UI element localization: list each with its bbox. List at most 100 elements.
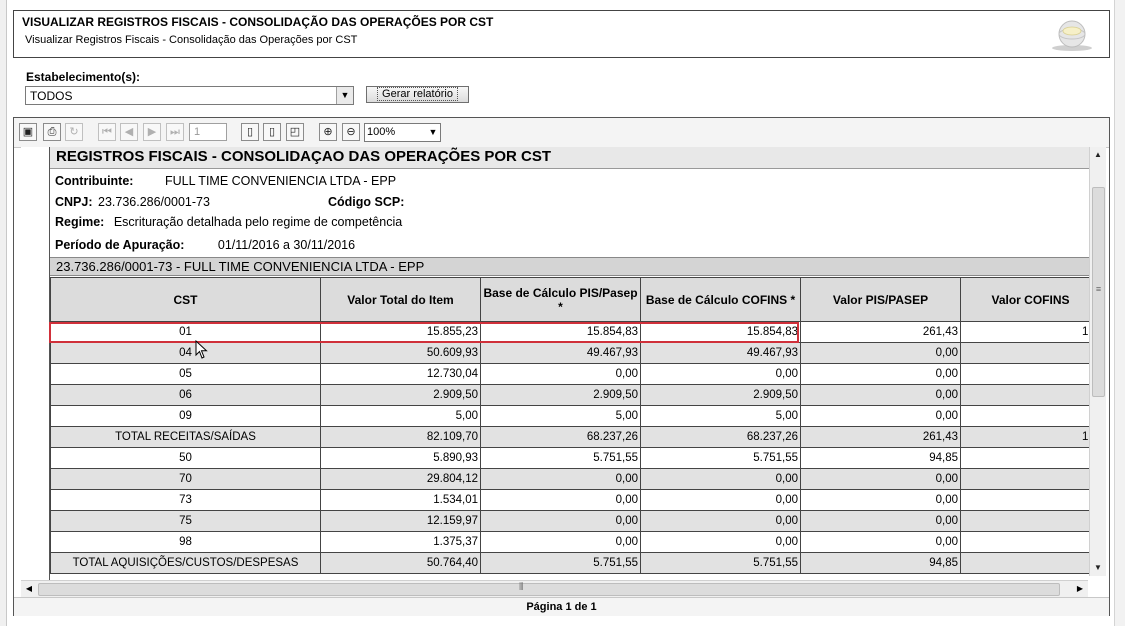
report-page: REGISTROS FISCAIS - CONSOLIDAÇAO DAS OPE… xyxy=(49,147,1104,586)
regime-label: Regime: xyxy=(55,215,105,229)
table-row: 06 2.909,50 2.909,50 2.909,50 0,00 xyxy=(50,384,1101,406)
cell-cst: 75 xyxy=(50,510,321,532)
cell-bc-pis: 5.751,55 xyxy=(480,552,641,574)
cell-valor-total: 5,00 xyxy=(320,405,481,427)
cell-valor-cofins xyxy=(960,405,1101,427)
cnpj-label: CNPJ: xyxy=(55,195,93,209)
estabelecimento-select[interactable]: TODOS ▼ xyxy=(25,86,354,105)
cst-table: CST Valor Total do Item Base de Cálculo … xyxy=(50,277,1101,574)
cell-valor-pis: 0,00 xyxy=(800,405,961,427)
cell-cst: 05 xyxy=(50,363,321,385)
col-header-bc-cofins: Base de Cálculo COFINS * xyxy=(640,277,801,322)
page-number-input[interactable]: 1 xyxy=(189,123,227,141)
last-page-icon[interactable]: ⏭ xyxy=(166,123,184,141)
cell-valor-pis: 261,43 xyxy=(800,426,961,448)
cell-bc-pis: 15.854,83 xyxy=(480,321,641,343)
regime-line: Regime: Escrituração detalhada pelo regi… xyxy=(55,215,402,229)
two-page-icon[interactable]: ▯ xyxy=(263,123,281,141)
first-page-icon[interactable]: ⏮ xyxy=(98,123,116,141)
window-left-edge xyxy=(0,0,7,626)
regime-value: Escrituração detalhada pelo regime de co… xyxy=(113,215,403,229)
print-icon[interactable]: ⎙ xyxy=(43,123,61,141)
cell-cst: TOTAL AQUISIÇÕES/CUSTOS/DESPESAS xyxy=(50,552,321,574)
cell-bc-pis: 5.751,55 xyxy=(480,447,641,469)
cell-cst: TOTAL RECEITAS/SAÍDAS xyxy=(50,426,321,448)
cell-valor-pis: 0,00 xyxy=(800,468,961,490)
cnpj-value: 23.736.286/0001-73 xyxy=(98,195,210,209)
cell-bc-pis: 5,00 xyxy=(480,405,641,427)
codigo-scp-label: Código SCP: xyxy=(328,195,405,209)
table-row: 09 5,00 5,00 5,00 0,00 xyxy=(50,405,1101,427)
cell-valor-pis: 0,00 xyxy=(800,531,961,553)
cell-valor-total: 50.609,93 xyxy=(320,342,481,364)
cell-bc-pis: 0,00 xyxy=(480,510,641,532)
cell-cst: 73 xyxy=(50,489,321,511)
header-panel: VISUALIZAR REGISTROS FISCAIS - CONSOLIDA… xyxy=(13,10,1110,58)
chevron-down-icon[interactable]: ▼ xyxy=(426,124,440,141)
zoom-in-icon[interactable]: ⊕ xyxy=(319,123,337,141)
report-viewer: ▣ ⎙ ↻ ⏮ ◀ ▶ ⏭ 1 ▯ ▯ ◰ ⊕ ⊖ 100% ▼ REGISTR… xyxy=(13,117,1110,616)
grip-icon: ⦀ xyxy=(519,582,524,593)
refresh-icon[interactable]: ↻ xyxy=(65,123,83,141)
vertical-scroll-thumb[interactable]: ≡ xyxy=(1092,187,1105,397)
cell-valor-total: 5.890,93 xyxy=(320,447,481,469)
cell-valor-pis: 0,00 xyxy=(800,363,961,385)
vertical-scrollbar[interactable]: ▲ ≡ ▼ xyxy=(1089,147,1106,576)
table-row: 70 29.804,12 0,00 0,00 0,00 xyxy=(50,468,1101,490)
estabelecimento-label: Estabelecimento(s): xyxy=(26,70,141,84)
codigo-scp: Código SCP: xyxy=(328,195,404,209)
page-width-icon[interactable]: ◰ xyxy=(286,123,304,141)
zoom-select[interactable]: 100% ▼ xyxy=(364,123,441,142)
cell-valor-cofins xyxy=(960,468,1101,490)
next-page-icon[interactable]: ▶ xyxy=(143,123,161,141)
cell-valor-total: 29.804,12 xyxy=(320,468,481,490)
cell-valor-cofins: 4 xyxy=(960,447,1101,469)
cell-bc-pis: 0,00 xyxy=(480,531,641,553)
scroll-up-icon[interactable]: ▲ xyxy=(1090,147,1106,163)
page-subtitle: Visualizar Registros Fiscais - Consolida… xyxy=(25,34,358,46)
scroll-right-icon[interactable]: ▶ xyxy=(1072,581,1088,597)
horizontal-scrollbar[interactable]: ◀ ⦀ ▶ xyxy=(21,580,1088,597)
page-status: Página 1 de 1 xyxy=(14,597,1109,616)
single-page-icon[interactable]: ▯ xyxy=(241,123,259,141)
cell-cst: 98 xyxy=(50,531,321,553)
cell-bc-cofins: 5.751,55 xyxy=(640,552,801,574)
table-row: TOTAL RECEITAS/SAÍDAS 82.109,70 68.237,26 6… xyxy=(50,426,1101,448)
cell-bc-pis: 68.237,26 xyxy=(480,426,641,448)
periodo-label: Período de Apuração: xyxy=(55,238,185,252)
horizontal-scroll-thumb[interactable]: ⦀ xyxy=(38,582,1060,596)
cell-valor-cofins xyxy=(960,363,1101,385)
table-row: TOTAL AQUISIÇÕES/CUSTOS/DESPESAS 50.764,4… xyxy=(50,552,1101,574)
table-row: 05 12.730,04 0,00 0,00 0,00 xyxy=(50,363,1101,385)
periodo-line: Período de Apuração: 01/11/2016 a 30/11/… xyxy=(55,238,355,252)
generate-report-label: Gerar relatório xyxy=(377,87,458,101)
cell-bc-cofins: 68.237,26 xyxy=(640,426,801,448)
generate-report-button[interactable]: Gerar relatório xyxy=(366,86,469,103)
cell-cst: 70 xyxy=(50,468,321,490)
cell-valor-total: 12.159,97 xyxy=(320,510,481,532)
cell-valor-pis: 0,00 xyxy=(800,384,961,406)
cell-bc-cofins: 0,00 xyxy=(640,531,801,553)
cell-bc-pis: 0,00 xyxy=(480,468,641,490)
cell-valor-pis: 0,00 xyxy=(800,510,961,532)
zoom-value: 100% xyxy=(367,126,396,138)
zoom-out-icon[interactable]: ⊖ xyxy=(342,123,360,141)
scroll-down-icon[interactable]: ▼ xyxy=(1090,560,1106,576)
prev-page-icon[interactable]: ◀ xyxy=(120,123,138,141)
cell-bc-pis: 0,00 xyxy=(480,363,641,385)
estabelecimento-value: TODOS xyxy=(30,89,73,103)
cell-bc-cofins: 5,00 xyxy=(640,405,801,427)
scroll-left-icon[interactable]: ◀ xyxy=(21,581,37,597)
cell-cst: 06 xyxy=(50,384,321,406)
cell-valor-total: 1.534,01 xyxy=(320,489,481,511)
periodo-value: 01/11/2016 a 30/11/2016 xyxy=(217,238,356,252)
chevron-down-icon[interactable]: ▼ xyxy=(336,87,353,104)
viewer-toolbar: ▣ ⎙ ↻ ⏮ ◀ ▶ ⏭ 1 ▯ ▯ ◰ ⊕ ⊖ 100% ▼ xyxy=(14,118,1109,148)
col-header-valor-total: Valor Total do Item xyxy=(320,277,481,322)
contribuinte-value: FULL TIME CONVENIENCIA LTDA - EPP xyxy=(164,174,397,188)
cell-bc-pis: 0,00 xyxy=(480,489,641,511)
save-icon[interactable]: ▣ xyxy=(19,123,37,141)
report-title: REGISTROS FISCAIS - CONSOLIDAÇAO DAS OPE… xyxy=(50,147,1104,169)
table-row: 505.890,935.751,555.751,5594,854 xyxy=(50,447,1101,469)
cell-cst: 09 xyxy=(50,405,321,427)
